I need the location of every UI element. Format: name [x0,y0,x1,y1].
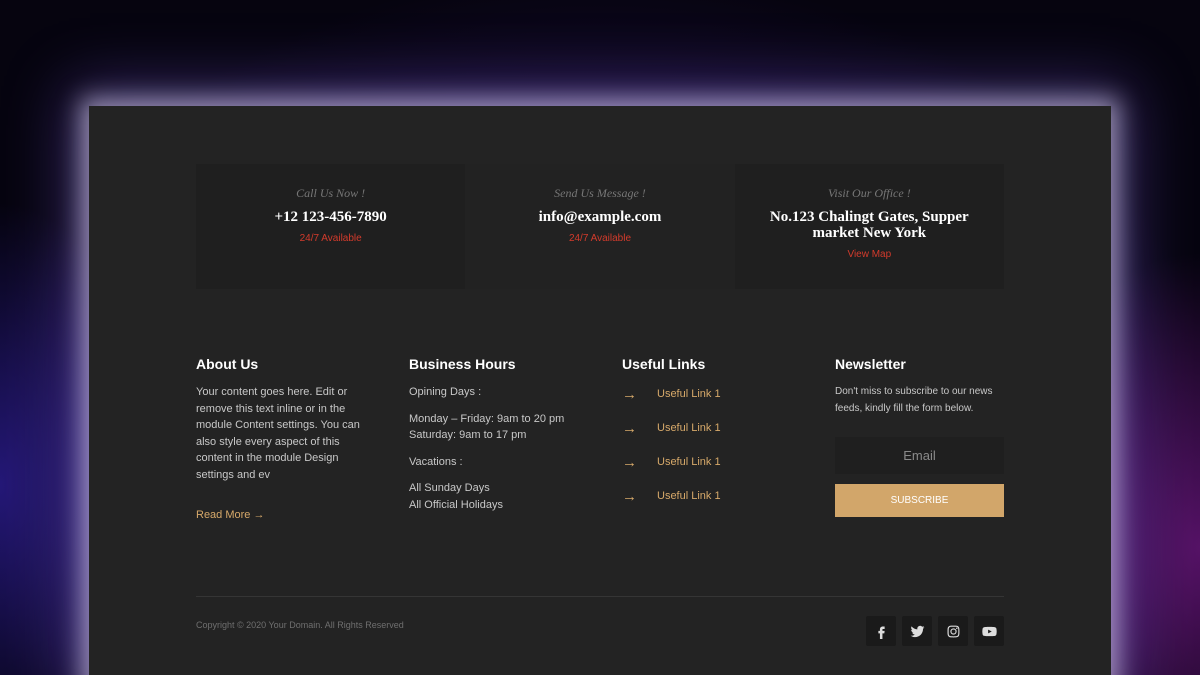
contact-address: No.123 Chalingt Gates, Supper market New… [769,209,969,241]
contact-card-message: Send Us Message ! info@example.com 24/7 … [465,164,735,289]
youtube-icon [981,626,997,636]
contact-availability: 24/7 Available [568,233,632,244]
contact-eyebrow: Visit Our Office ! [827,186,911,200]
facebook-link[interactable] [866,616,896,646]
contact-row: Call Us Now ! +12 123-456-7890 24/7 Avai… [196,164,1004,289]
hours-line: All Official Holidays [409,498,503,511]
arrow-right-icon: → [622,419,637,437]
useful-link-label: Useful Link 1 [657,388,721,400]
arrow-right-icon: → [622,487,637,505]
contact-card-call: Call Us Now ! +12 123-456-7890 24/7 Avai… [196,164,466,289]
hours-line: All Sunday Days [409,482,490,494]
hours-line: Monday – Friday: 9am to 20 pm [409,412,565,425]
copyright-text: Copyright © 2020 Your Domain. All Rights… [196,620,404,630]
view-map-link[interactable]: View Map [735,249,1004,260]
subscribe-button[interactable]: SUBSCRIBE [835,484,1004,517]
useful-link-label: Useful Link 1 [657,456,721,468]
contact-email[interactable]: info@example.com [500,209,700,225]
facebook-icon [877,626,885,639]
footer-panel: Call Us Now ! +12 123-456-7890 24/7 Avai… [89,106,1111,675]
youtube-link[interactable] [974,616,1004,646]
about-title: About Us [196,356,259,372]
useful-link-label: Useful Link 1 [657,490,721,502]
useful-link-label: Useful Link 1 [657,422,721,434]
instagram-link[interactable] [938,616,968,646]
contact-availability: 24/7 Available [299,233,362,244]
hours-line: Saturday: 9am to 17 pm [409,429,527,441]
useful-link[interactable]: → Useful Link 1 [622,486,802,506]
footer-divider [196,596,1004,597]
hours-line: Opining Days : [409,386,482,398]
useful-links-column: Useful Links → Useful Link 1 → Useful Li… [622,356,802,520]
useful-link[interactable]: → Useful Link 1 [622,384,802,404]
newsletter-text: Don't miss to subscribe to our news feed… [835,386,993,414]
instagram-icon [947,625,959,637]
hours-title: Business Hours [409,356,516,372]
twitter-icon [910,625,924,637]
useful-link[interactable]: → Useful Link 1 [622,452,802,472]
about-text: Your content goes here. Edit or remove t… [196,386,360,481]
hours-line: Vacations : [409,455,463,468]
newsletter-column: Newsletter Don't miss to subscribe to ou… [835,356,1005,517]
contact-phone[interactable]: +12 123-456-7890 [231,209,431,225]
newsletter-title: Newsletter [835,356,906,372]
contact-eyebrow: Send Us Message ! [554,186,646,200]
social-links [866,616,1004,646]
links-title: Useful Links [622,356,706,372]
read-more-link[interactable]: Read More → [196,509,264,521]
business-hours-column: Business Hours Opining Days : Monday – F… [409,356,589,523]
arrow-right-icon: → [622,385,637,403]
about-column: About Us Your content goes here. Edit or… [196,356,371,523]
useful-link[interactable]: → Useful Link 1 [622,418,802,438]
arrow-right-icon: → [622,453,637,471]
contact-card-office: Visit Our Office ! No.123 Chalingt Gates… [734,164,1004,289]
email-input[interactable] [835,437,1004,474]
twitter-link[interactable] [902,616,932,646]
contact-eyebrow: Call Us Now ! [296,186,366,200]
